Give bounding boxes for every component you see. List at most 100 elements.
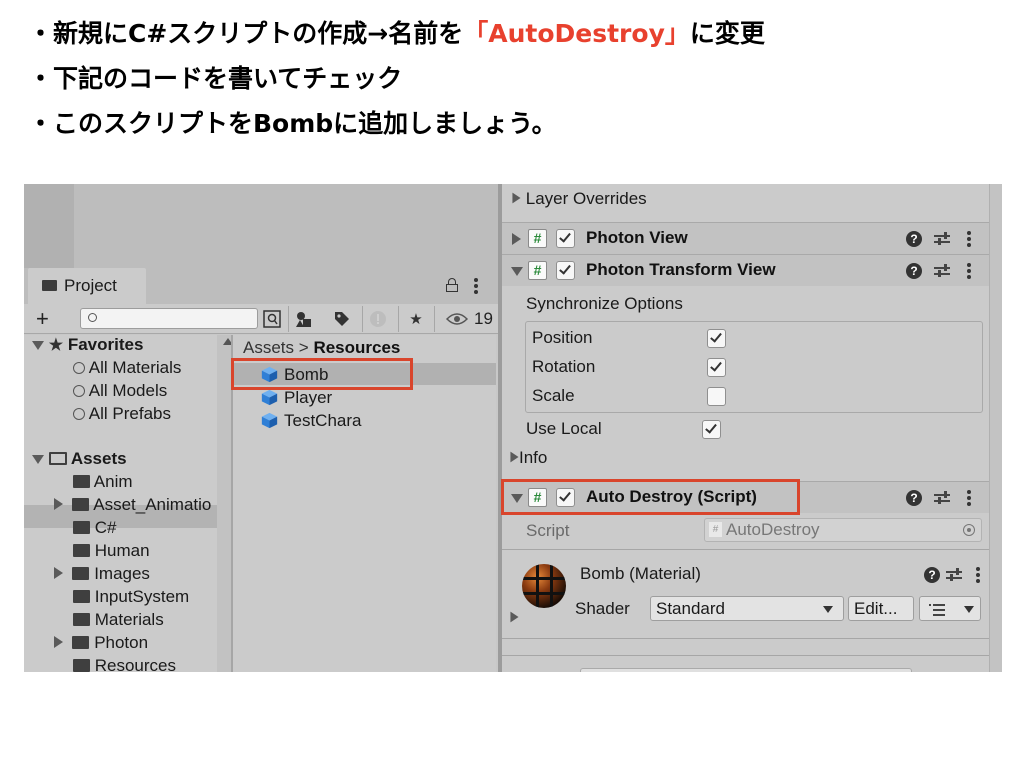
folder-icon	[73, 659, 90, 672]
tree-assets[interactable]: Assets	[32, 447, 127, 470]
collapse-arrow-icon[interactable]	[511, 267, 523, 276]
sync-scale-label: Scale	[532, 386, 575, 405]
folder-icon	[73, 590, 90, 603]
script-object-field[interactable]: # AutoDestroy	[704, 518, 982, 542]
expand-arrow-icon[interactable]	[510, 451, 519, 463]
breadcrumb-assets[interactable]: Assets	[243, 338, 294, 357]
sync-rotation-label: Rotation	[532, 357, 596, 376]
search-icon	[88, 313, 97, 322]
expand-arrow-icon[interactable]	[512, 192, 521, 204]
script-hash-icon: #	[528, 261, 547, 280]
tree-folder-selected[interactable]: Resources	[73, 654, 176, 672]
sync-position-checkbox[interactable]	[707, 329, 726, 348]
bullet-3-text: ・このスクリプトをBombに追加しましょう。	[28, 109, 557, 138]
component-photon-transform-view[interactable]: # Photon Transform View ?	[502, 254, 989, 286]
search-icon	[73, 385, 85, 397]
tree-scrollbar[interactable]	[217, 335, 231, 672]
sync-scale-checkbox[interactable]	[707, 387, 726, 406]
expand-arrow-icon[interactable]	[54, 636, 63, 648]
script-hash-icon: #	[709, 522, 722, 537]
eye-icon[interactable]	[442, 308, 472, 330]
star-icon: ★	[48, 337, 64, 354]
tree-folder[interactable]: Human	[73, 539, 150, 562]
component-enabled-checkbox[interactable]	[556, 229, 575, 248]
tree-folder[interactable]: C#	[73, 516, 116, 539]
presets-icon[interactable]	[946, 568, 962, 582]
tree-folder[interactable]: Asset_Animatio	[54, 493, 211, 516]
presets-icon[interactable]	[934, 264, 950, 278]
expand-arrow-icon[interactable]	[54, 498, 63, 510]
object-picker-icon[interactable]	[963, 524, 975, 536]
plus-icon[interactable]: +	[36, 306, 49, 332]
kebab-menu-icon[interactable]	[967, 490, 971, 506]
unity-screenshot: Project + ★ 19 ★ Favorites All Materials…	[24, 184, 1002, 672]
search-window-icon[interactable]	[258, 308, 286, 330]
bullet-2: ・下記のコードを書いてチェック	[28, 61, 1008, 106]
kebab-menu-icon[interactable]	[976, 567, 980, 583]
help-icon[interactable]: ?	[924, 567, 940, 583]
help-icon[interactable]: ?	[906, 231, 922, 247]
breadcrumb-resources[interactable]: Resources	[313, 338, 400, 357]
slide-bullets: ・新規にC#スクリプトの作成→名前を「AutoDestroy」に変更 ・下記のコ…	[28, 16, 1008, 151]
file-testchara[interactable]: TestChara	[261, 409, 361, 432]
filter-by-label-icon[interactable]	[328, 308, 356, 330]
tree-folder[interactable]: Anim	[73, 470, 133, 493]
prefab-cube-icon	[261, 412, 278, 429]
tree-favorite-item[interactable]: All Models	[73, 379, 167, 402]
tree-folder[interactable]: Photon	[54, 631, 148, 654]
search-icon	[73, 408, 85, 420]
help-icon[interactable]: ?	[906, 490, 922, 506]
search-input[interactable]	[80, 308, 258, 329]
tab-project[interactable]: Project	[28, 268, 146, 304]
info-foldout[interactable]: Info	[510, 448, 547, 468]
tree-favorite-item[interactable]: All Materials	[73, 356, 181, 379]
tree-favorites[interactable]: ★ Favorites	[32, 333, 143, 356]
filter-by-type-icon[interactable]	[290, 308, 318, 330]
folder-icon	[42, 280, 57, 291]
tab-project-label: Project	[64, 276, 117, 295]
component-photon-view[interactable]: # Photon View ?	[502, 222, 989, 254]
presets-icon[interactable]	[934, 232, 950, 246]
expand-arrow-icon[interactable]	[54, 567, 63, 579]
add-component-button-edge[interactable]	[580, 668, 912, 672]
kebab-menu-icon[interactable]	[967, 231, 971, 247]
bullet-1-text: ・新規にC#スクリプトの作成→名前を	[28, 19, 464, 48]
tree-folder[interactable]: InputSystem	[73, 585, 189, 608]
bullet-1: ・新規にC#スクリプトの作成→名前を「AutoDestroy」に変更	[28, 16, 1008, 61]
presets-icon[interactable]	[934, 491, 950, 505]
favorite-star-icon[interactable]: ★	[402, 308, 430, 330]
inspector-scrollbar[interactable]	[989, 184, 1002, 672]
shader-dropdown[interactable]: Standard	[650, 596, 844, 621]
material-separator	[502, 549, 989, 550]
kebab-menu-icon[interactable]	[967, 263, 971, 279]
kebab-menu-icon[interactable]	[474, 278, 478, 294]
shader-label: Shader	[575, 599, 630, 618]
use-local-label: Use Local	[526, 419, 602, 438]
component-enabled-checkbox[interactable]	[556, 261, 575, 280]
material-preview-sphere	[522, 564, 566, 608]
open-folder-icon	[48, 452, 67, 465]
layer-overrides-row[interactable]: Layer Overrides	[512, 189, 647, 209]
shader-edit-button[interactable]: Edit...	[848, 596, 914, 621]
highlight-box-autodestroy	[501, 479, 800, 515]
expand-arrow-icon[interactable]	[512, 233, 521, 245]
use-local-checkbox[interactable]	[702, 420, 721, 439]
tree-favorite-item[interactable]: All Prefabs	[73, 402, 171, 425]
material-title: Bomb (Material)	[580, 564, 701, 583]
list-icon	[929, 604, 945, 616]
tree-folder[interactable]: Images	[54, 562, 150, 585]
highlight-box-bomb	[231, 358, 413, 390]
sync-rotation-checkbox[interactable]	[707, 358, 726, 377]
help-icon[interactable]: ?	[906, 263, 922, 279]
breadcrumb-separator: >	[298, 338, 309, 357]
folder-icon	[73, 521, 90, 534]
expand-arrow-icon[interactable]	[510, 611, 519, 623]
lock-icon[interactable]	[446, 278, 458, 292]
filter-status-icon[interactable]	[364, 308, 392, 330]
hidden-count: 19	[474, 309, 493, 328]
shader-list-dropdown[interactable]	[919, 596, 981, 621]
expand-arrow-icon[interactable]	[32, 455, 44, 464]
tree-folder[interactable]: Materials	[73, 608, 164, 631]
expand-arrow-icon[interactable]	[32, 341, 44, 350]
project-toolbar: + ★ 19	[24, 304, 498, 334]
